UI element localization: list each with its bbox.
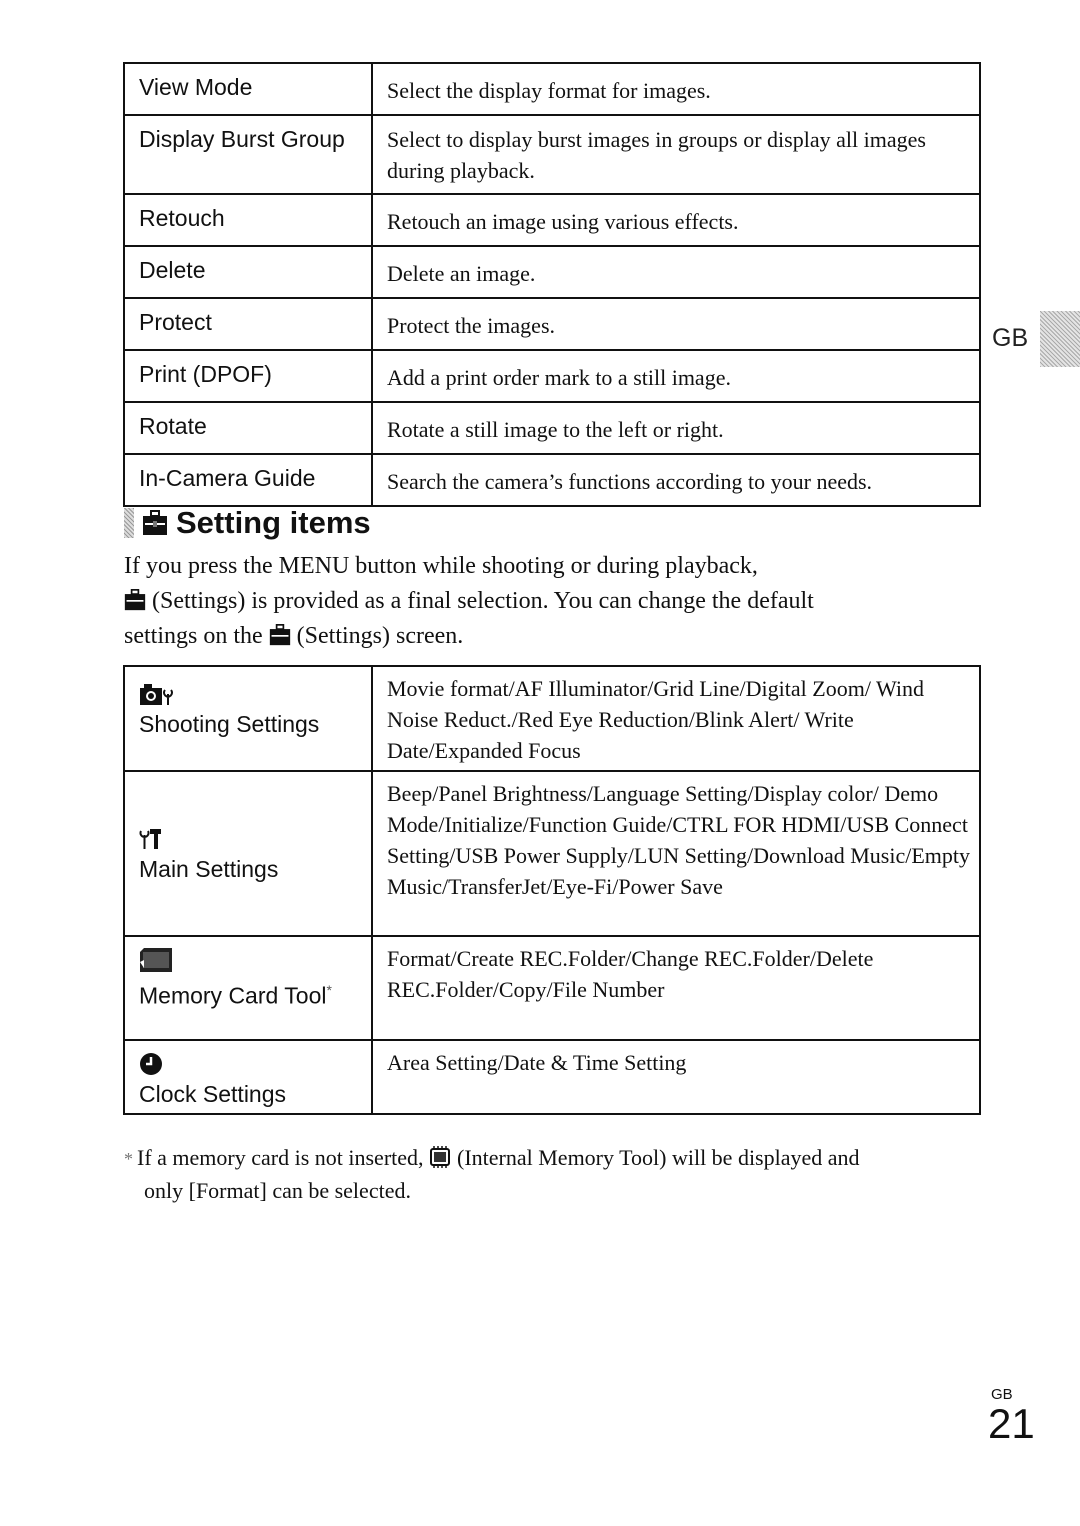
- item-name: Rotate: [123, 401, 373, 455]
- clock-icon: [140, 1053, 162, 1075]
- item-description: Rotate a still image to the left or righ…: [371, 401, 981, 455]
- table-row: Main Settings Beep/Panel Brightness/Lang…: [123, 770, 981, 937]
- intro-paragraph: If you press the MENU button while shoot…: [124, 549, 974, 654]
- footnote: * If a memory card is not inserted, (Inte…: [124, 1142, 984, 1206]
- item-description: Protect the images.: [371, 297, 981, 351]
- section-thumb-tab: [1040, 311, 1080, 367]
- intro-line-3b: (Settings) screen.: [296, 623, 464, 649]
- table-row: Rotate Rotate a still image to the left …: [123, 401, 981, 455]
- table-row: In-Camera Guide Search the camera’s func…: [123, 453, 981, 507]
- table-row: Delete Delete an image.: [123, 245, 981, 299]
- footnote-text-b: (Internal Memory Tool) will be displayed…: [457, 1145, 860, 1170]
- settings-toolbox-icon: [124, 589, 146, 611]
- item-name: Protect: [123, 297, 373, 351]
- section-title: Setting items: [176, 505, 371, 540]
- table-row: Shooting Settings Movie format/AF Illumi…: [123, 665, 981, 772]
- item-description: Delete an image.: [371, 245, 981, 299]
- heading-bar-mark: [124, 508, 134, 538]
- item-name: Retouch: [123, 193, 373, 247]
- internal-memory-icon: [430, 1146, 451, 1168]
- item-name: Memory Card Tool: [139, 982, 327, 1009]
- intro-line-3a: settings on the: [124, 623, 263, 649]
- table-row: Protect Protect the images.: [123, 297, 981, 351]
- item-description: Movie format/AF Illuminator/Grid Line/Di…: [371, 665, 981, 772]
- settings-menu-table: Shooting Settings Movie format/AF Illumi…: [123, 665, 981, 1115]
- table-row: View Mode Select the display format for …: [123, 62, 981, 116]
- item-description: Format/Create REC.Folder/Change REC.Fold…: [371, 935, 981, 1041]
- item-description: Beep/Panel Brightness/Language Setting/D…: [371, 770, 981, 937]
- item-name: Shooting Settings: [139, 711, 320, 737]
- page-number: 21: [988, 1400, 1035, 1447]
- item-description: Search the camera’s functions according …: [371, 453, 981, 507]
- playback-menu-table: View Mode Select the display format for …: [123, 62, 981, 507]
- item-name: View Mode: [123, 62, 373, 116]
- footnote-marker: *: [124, 1149, 133, 1169]
- item-description: Select the display format for images.: [371, 62, 981, 116]
- intro-line-2: (Settings) is provided as a final select…: [152, 588, 814, 614]
- table-row: Memory Card Tool* Format/Create REC.Fold…: [123, 935, 981, 1041]
- settings-toolbox-icon: [269, 624, 290, 646]
- footnote-marker: *: [326, 982, 332, 998]
- settings-toolbox-icon: [143, 510, 167, 535]
- item-description: Area Setting/Date & Time Setting: [371, 1039, 981, 1115]
- item-description: Select to display burst images in groups…: [371, 114, 981, 195]
- item-name: Clock Settings: [139, 1081, 287, 1107]
- footnote-line-2: only [Format] can be selected.: [144, 1178, 411, 1203]
- item-name: Main Settings: [139, 856, 279, 882]
- item-name: Print (DPOF): [123, 349, 373, 403]
- item-name: Display Burst Group: [123, 114, 373, 195]
- section-heading: Setting items: [124, 503, 371, 543]
- item-description: Retouch an image using various effects.: [371, 193, 981, 247]
- item-name: Delete: [123, 245, 373, 299]
- language-side-label: GB: [992, 324, 1029, 352]
- table-row: Retouch Retouch an image using various e…: [123, 193, 981, 247]
- tools-icon: [139, 829, 161, 849]
- table-row: Print (DPOF) Add a print order mark to a…: [123, 349, 981, 403]
- item-description: Add a print order mark to a still image.: [371, 349, 981, 403]
- table-row: Clock Settings Area Setting/Date & Time …: [123, 1039, 981, 1115]
- camera-wrench-icon: [140, 684, 173, 705]
- intro-line-1: If you press the MENU button while shoot…: [124, 553, 758, 579]
- footnote-text-a: If a memory card is not inserted,: [137, 1145, 424, 1170]
- item-name: In-Camera Guide: [123, 453, 373, 507]
- table-row: Display Burst Group Select to display bu…: [123, 114, 981, 195]
- memory-card-icon: [140, 948, 172, 972]
